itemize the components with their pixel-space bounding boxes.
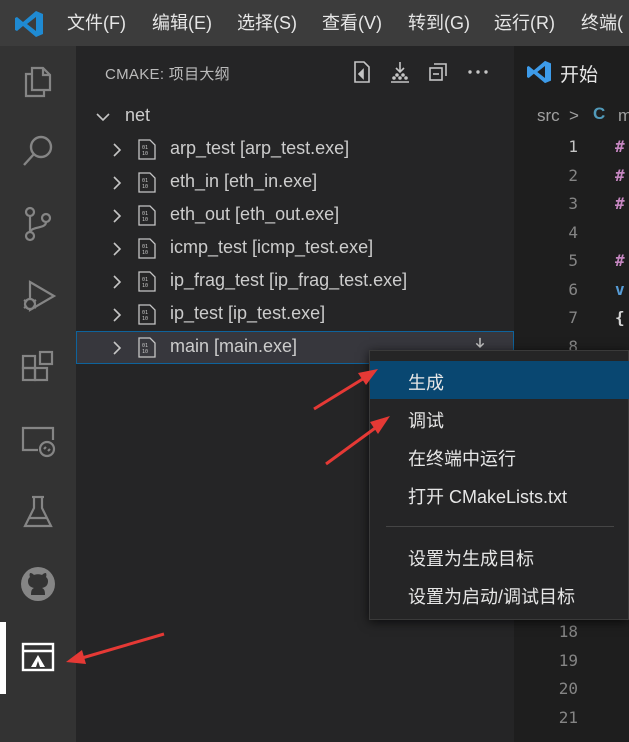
target-label: main [main.exe] <box>170 336 298 356</box>
breadcrumb-folder[interactable]: src <box>537 106 560 126</box>
annotation-arrow <box>313 369 378 411</box>
line-number: 6 <box>568 280 578 299</box>
annotation-arrow <box>66 632 165 664</box>
menu-item-set-build-target[interactable]: 设置为生成目标 <box>370 537 629 575</box>
run-debug-icon[interactable] <box>18 276 58 316</box>
svg-text:10: 10 <box>142 217 148 223</box>
target-label: eth_out [eth_out.exe] <box>170 204 340 224</box>
breadcrumb-separator: > <box>569 106 579 125</box>
line-number: 21 <box>558 708 578 727</box>
line-number: 2 <box>568 166 578 185</box>
menu-item-set-launch-target[interactable]: 设置为启动/调试目标 <box>370 575 629 613</box>
tab-start[interactable]: 开始 <box>514 46 629 100</box>
chevron-right-icon <box>113 209 122 223</box>
binary-file-icon: 0110 <box>138 238 156 259</box>
breadcrumb-file[interactable]: m <box>618 106 629 126</box>
line-number: 19 <box>558 651 578 670</box>
menu-selection[interactable]: 选择(S) <box>237 0 297 46</box>
line-number: 3 <box>568 194 578 213</box>
code-fragment: # <box>615 166 625 185</box>
tree-item-target[interactable]: 01 10 icmp_test [icmp_test.exe] <box>76 232 514 265</box>
build-all-icon[interactable] <box>388 60 412 84</box>
tree-root-net[interactable]: net <box>76 100 514 133</box>
chevron-right-icon <box>113 242 122 256</box>
code-fragment: # <box>615 137 625 156</box>
line-number: 1 <box>568 137 578 156</box>
tab-label: 开始 <box>560 65 599 86</box>
annotation-arrow <box>325 416 390 466</box>
chevron-right-icon <box>113 143 122 157</box>
line-number: 4 <box>568 223 578 242</box>
code-fragment: # <box>615 194 625 213</box>
code-fragment: { <box>615 308 625 327</box>
tree-item-target[interactable]: 01 10 ip_frag_test [ip_frag_test.exe] <box>76 265 514 298</box>
source-control-icon[interactable] <box>18 204 58 244</box>
collapse-all-icon[interactable] <box>426 60 450 84</box>
configure-icon[interactable] <box>350 60 374 84</box>
code-fragment: # <box>615 251 625 270</box>
binary-file-icon: 0110 <box>138 337 156 358</box>
svg-text:10: 10 <box>142 184 148 190</box>
menu-item-build[interactable]: 生成 <box>370 361 629 399</box>
extensions-icon[interactable] <box>18 348 58 388</box>
line-number: 5 <box>568 251 578 270</box>
search-icon[interactable] <box>18 132 58 172</box>
line-number: 18 <box>558 622 578 641</box>
svg-text:10: 10 <box>142 316 148 322</box>
active-indicator <box>0 622 6 694</box>
svg-text:10: 10 <box>142 283 148 289</box>
target-label: icmp_test [icmp_test.exe] <box>170 237 374 257</box>
menu-go[interactable]: 转到(G) <box>408 0 470 46</box>
line-number: 20 <box>558 679 578 698</box>
svg-text:10: 10 <box>142 151 148 157</box>
target-label: arp_test [arp_test.exe] <box>170 138 350 158</box>
binary-file-icon: 0110 <box>138 139 156 160</box>
menu-terminal[interactable]: 终端( <box>581 0 623 46</box>
context-menu: 生成 调试 在终端中运行 打开 CMakeLists.txt 设置为生成目标 设… <box>369 350 629 620</box>
menu-run[interactable]: 运行(R) <box>494 0 555 46</box>
menu-separator <box>386 526 614 527</box>
menu-item-open-cmakelists[interactable]: 打开 CMakeLists.txt <box>370 475 629 513</box>
remote-explorer-icon[interactable] <box>18 420 58 460</box>
tree-item-target[interactable]: 01 10 eth_out [eth_out.exe] <box>76 199 514 232</box>
tree-item-target[interactable]: 01 10 eth_in [eth_in.exe] <box>76 166 514 199</box>
menu-item-run-in-terminal[interactable]: 在终端中运行 <box>370 437 629 475</box>
chevron-right-icon <box>113 308 122 322</box>
svg-text:10: 10 <box>142 250 148 256</box>
menu-view[interactable]: 查看(V) <box>322 0 382 46</box>
menu-edit[interactable]: 编辑(E) <box>152 0 212 46</box>
binary-file-icon: 0110 <box>138 205 156 226</box>
target-label: ip_test [ip_test.exe] <box>170 303 326 323</box>
testing-icon[interactable] <box>18 492 58 532</box>
vscode-logo-icon <box>527 60 551 84</box>
chevron-right-icon <box>113 341 122 355</box>
target-label: eth_in [eth_in.exe] <box>170 171 318 191</box>
binary-file-icon: 0110 <box>138 304 156 325</box>
binary-file-icon: 0110 <box>138 172 156 193</box>
chevron-right-icon <box>113 176 122 190</box>
more-actions-icon[interactable] <box>466 60 490 84</box>
menu-bar: 文件(F) 编辑(E) 选择(S) 查看(V) 转到(G) 运行(R) 终端( <box>0 0 629 46</box>
github-icon[interactable] <box>18 564 58 604</box>
target-label: ip_frag_test [ip_frag_test.exe] <box>170 270 408 290</box>
panel-title: CMAKE: 项目大纲 <box>105 66 230 83</box>
code-fragment: v <box>615 280 625 299</box>
tree-root-label: net <box>125 105 151 125</box>
cmake-icon[interactable] <box>18 636 58 676</box>
chevron-down-icon <box>96 113 110 122</box>
menu-item-debug[interactable]: 调试 <box>370 399 629 437</box>
line-number: 7 <box>568 308 578 327</box>
editor-tab-bar: 开始 <box>514 46 629 100</box>
explorer-icon[interactable] <box>18 60 58 100</box>
c-file-icon: C <box>593 104 606 123</box>
svg-text:10: 10 <box>142 349 148 355</box>
tree-item-target[interactable]: 01 10 ip_test [ip_test.exe] <box>76 298 514 331</box>
tree-item-target[interactable]: 01 10 arp_test [arp_test.exe] <box>76 133 514 166</box>
chevron-right-icon <box>113 275 122 289</box>
breadcrumb: src > C m <box>514 100 629 132</box>
menu-file[interactable]: 文件(F) <box>67 0 126 46</box>
vscode-logo-icon <box>15 11 43 37</box>
binary-file-icon: 0110 <box>138 271 156 292</box>
